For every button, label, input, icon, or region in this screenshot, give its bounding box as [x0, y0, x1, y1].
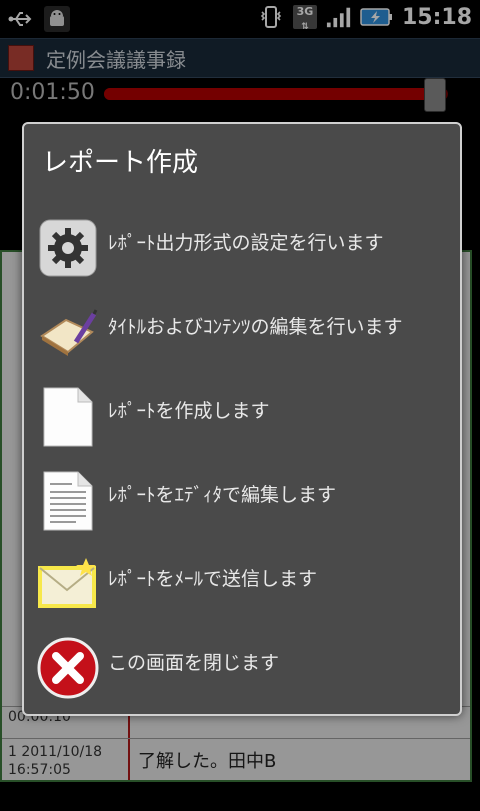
menu-item-edit-in-editor[interactable]: ﾚﾎﾟｰﾄをｴﾃﾞｨﾀで編集します — [36, 464, 446, 536]
gear-icon — [36, 216, 100, 280]
notebook-pen-icon — [36, 300, 100, 364]
menu-item-create-report[interactable]: ﾚﾎﾟｰﾄを作成します — [36, 380, 446, 452]
mail-icon — [36, 552, 100, 616]
text-document-icon — [36, 468, 100, 532]
menu-item-label: ﾚﾎﾟｰﾄを作成します — [108, 400, 270, 422]
menu-item-send-mail[interactable]: ﾚﾎﾟｰﾄをﾒｰﾙで送信します — [36, 548, 446, 620]
menu-item-edit-contents[interactable]: ﾀｲﾄﾙおよびｺﾝﾃﾝﾂの編集を行います — [36, 296, 446, 368]
menu-item-label: ﾚﾎﾟｰﾄ出力形式の設定を行います — [108, 232, 384, 254]
dialog-title: レポート作成 — [42, 148, 199, 178]
menu-item-close[interactable]: この画面を閉じます — [36, 632, 446, 704]
menu-item-output-settings[interactable]: ﾚﾎﾟｰﾄ出力形式の設定を行います — [36, 212, 446, 284]
close-icon — [36, 636, 100, 700]
menu-item-label: ﾀｲﾄﾙおよびｺﾝﾃﾝﾂの編集を行います — [108, 316, 403, 338]
menu-item-label: この画面を閉じます — [108, 652, 280, 674]
menu-item-label: ﾚﾎﾟｰﾄをｴﾃﾞｨﾀで編集します — [108, 484, 337, 506]
blank-document-icon — [36, 384, 100, 448]
report-dialog: レポート作成 ﾚﾎﾟｰﾄ出力形式の設定を行います ﾀｲﾄﾙおよびｺﾝﾃﾝﾂの編集… — [22, 122, 462, 716]
menu-item-label: ﾚﾎﾟｰﾄをﾒｰﾙで送信します — [108, 568, 318, 590]
